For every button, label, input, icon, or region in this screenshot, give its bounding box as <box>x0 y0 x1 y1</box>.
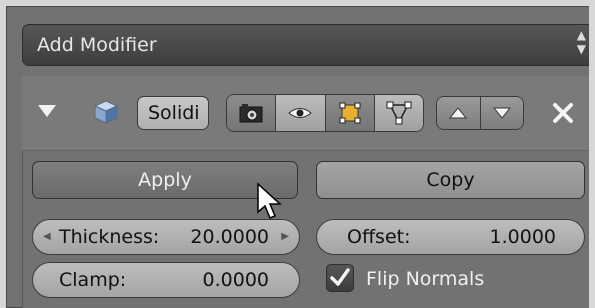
triangle-down-icon[interactable] <box>38 105 56 117</box>
cube-icon <box>93 100 119 124</box>
arrow-up-icon <box>449 107 468 119</box>
modifier-name-field[interactable]: Solidi <box>137 96 209 130</box>
thickness-field[interactable]: ◀ Thickness: 20.0000 ▶ <box>32 219 300 255</box>
eye-icon <box>288 108 313 118</box>
modifier-name-value: Solidi <box>148 102 200 124</box>
editmode-icon <box>339 102 361 124</box>
updown-arrows-icon: ▲ ▼ <box>576 28 586 56</box>
visibility-toggle-group <box>226 94 424 132</box>
close-icon[interactable] <box>550 100 576 126</box>
increment-arrow-icon[interactable]: ▶ <box>281 220 289 254</box>
flip-normals-label: Flip Normals <box>366 268 485 290</box>
move-down-button[interactable] <box>480 97 523 129</box>
render-icon <box>239 104 263 123</box>
thickness-label: Thickness: <box>59 226 160 248</box>
arrow-down-icon <box>492 107 511 119</box>
editmode-toggle[interactable] <box>325 95 375 131</box>
move-buttons <box>436 96 524 130</box>
decrement-arrow-icon[interactable]: ◀ <box>43 220 51 254</box>
add-modifier-dropdown[interactable]: Add Modifier ▲ ▼ <box>22 24 595 66</box>
mouse-cursor-icon <box>257 182 282 219</box>
cage-toggle[interactable] <box>374 95 423 131</box>
flip-normals-checkbox[interactable] <box>326 264 354 292</box>
vertex-triangle-icon <box>386 101 412 125</box>
window-edge <box>589 0 595 308</box>
offset-value: 1.0000 <box>489 226 556 248</box>
checkmark-icon <box>330 268 350 286</box>
clamp-value: 0.0000 <box>202 269 269 291</box>
thickness-value: 20.0000 <box>190 226 269 248</box>
copy-button[interactable]: Copy <box>316 161 585 199</box>
render-toggle[interactable] <box>227 95 277 131</box>
add-modifier-label: Add Modifier <box>37 34 157 56</box>
move-up-button[interactable] <box>437 97 481 129</box>
viewport-toggle[interactable] <box>276 95 326 131</box>
clamp-field[interactable]: Clamp: 0.0000 <box>32 262 300 298</box>
offset-field[interactable]: Offset: 1.0000 <box>316 219 585 255</box>
clamp-label: Clamp: <box>59 269 127 291</box>
offset-label: Offset: <box>347 226 411 248</box>
